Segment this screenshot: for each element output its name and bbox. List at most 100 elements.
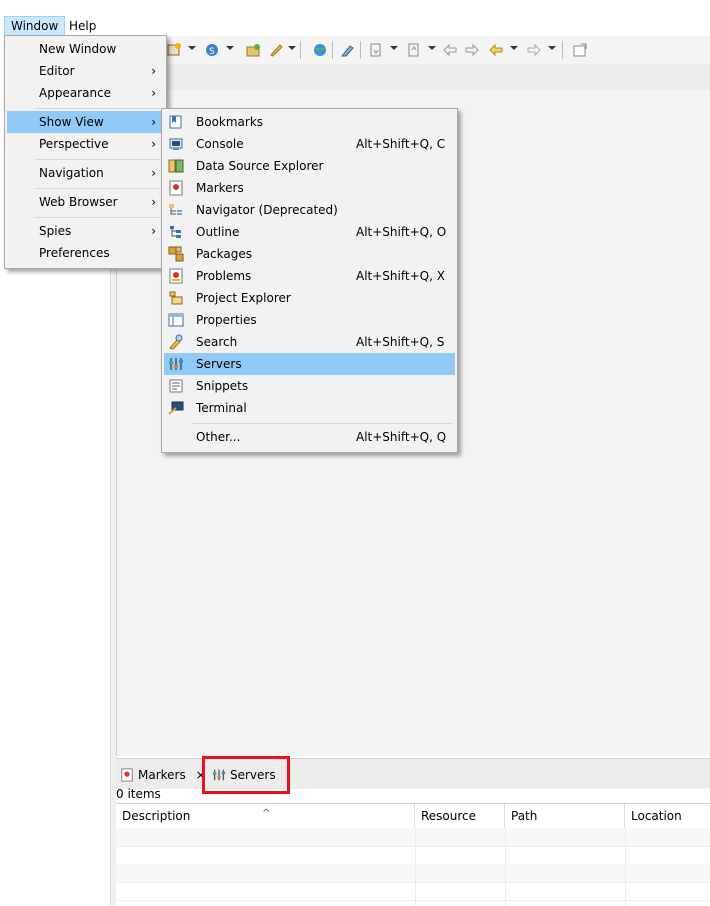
servers-icon — [169, 358, 183, 370]
back-icon[interactable] — [488, 42, 504, 58]
menu-item-search[interactable]: Search Alt+Shift+Q, S — [164, 331, 455, 353]
menu-item-spies[interactable]: Spies › — [7, 220, 164, 242]
window-menu: New Window Editor › Appearance › Show View… — [4, 35, 167, 269]
toolbar-separator — [300, 41, 301, 59]
open-type-icon[interactable] — [246, 42, 262, 58]
menu-item-navigation[interactable]: Navigation › — [7, 162, 164, 184]
menu-item-label: Editor — [39, 64, 75, 78]
menu-item-web-browser[interactable]: Web Browser › — [7, 191, 164, 213]
column-divider — [415, 828, 416, 906]
chevron-right-icon: › — [151, 115, 156, 129]
web-browser-icon[interactable] — [312, 42, 328, 58]
menu-item-label: Perspective — [39, 137, 109, 151]
menu-item-label: Packages — [196, 247, 252, 261]
column-divider — [625, 828, 626, 906]
column-header-path[interactable]: Path — [505, 804, 625, 828]
markers-icon — [121, 768, 133, 782]
table-row — [116, 846, 710, 865]
menu-item-terminal[interactable]: Terminal — [164, 397, 455, 419]
menu-item-properties[interactable]: Properties — [164, 309, 455, 331]
menu-item-shortcut: Alt+Shift+Q, C — [356, 137, 446, 151]
menu-item-perspective[interactable]: Perspective › — [7, 133, 164, 155]
bookmarks-icon — [169, 115, 182, 129]
menu-bar: Window Help — [0, 14, 710, 36]
markers-table: Description ^ Resource Path Location — [116, 803, 710, 906]
dropdown-arrow-icon[interactable] — [510, 46, 518, 50]
menu-item-bookmarks[interactable]: Bookmarks — [164, 111, 455, 133]
forward-icon[interactable] — [526, 42, 542, 58]
svg-text:S: S — [209, 47, 215, 57]
menu-item-shortcut: Alt+Shift+Q, X — [356, 269, 445, 283]
menu-window[interactable]: Window — [4, 16, 66, 36]
menu-item-label: Search — [196, 335, 238, 349]
items-count: 0 items — [116, 787, 161, 801]
column-label: Path — [511, 809, 538, 823]
menu-separator — [192, 423, 453, 424]
menu-item-label: Navigator (Deprecated) — [196, 203, 338, 217]
terminal-icon — [168, 401, 184, 415]
menu-item-problems[interactable]: Problems Alt+Shift+Q, X — [164, 265, 455, 287]
menu-item-label: Navigation — [39, 166, 104, 180]
toolbar-separator — [332, 41, 333, 59]
menu-item-label: Terminal — [196, 401, 247, 415]
run-icon[interactable] — [268, 42, 284, 58]
new-server-icon[interactable] — [166, 42, 182, 58]
menu-item-label: Project Explorer — [196, 291, 291, 305]
dropdown-arrow-icon[interactable] — [390, 46, 398, 50]
packages-icon — [168, 246, 184, 262]
menu-item-preferences[interactable]: Preferences — [7, 242, 164, 264]
chevron-right-icon: › — [151, 195, 156, 209]
column-divider — [505, 828, 506, 906]
show-view-menu: Bookmarks Console Alt+Shift+Q, C Data So… — [161, 108, 458, 453]
menu-separator — [35, 108, 160, 109]
menu-item-label: New Window — [39, 42, 117, 56]
menu-item-shortcut: Alt+Shift+Q, O — [356, 225, 447, 239]
menu-separator — [35, 159, 160, 160]
chevron-right-icon: › — [151, 224, 156, 238]
menu-help[interactable]: Help — [63, 16, 102, 36]
menu-item-navigator[interactable]: Navigator (Deprecated) — [164, 199, 455, 221]
previous-annotation-icon[interactable] — [406, 42, 422, 58]
dropdown-arrow-icon[interactable] — [428, 46, 436, 50]
menu-item-markers[interactable]: Markers — [164, 177, 455, 199]
menu-item-shortcut: Alt+Shift+Q, Q — [356, 430, 447, 444]
menu-item-console[interactable]: Console Alt+Shift+Q, C — [164, 133, 455, 155]
new-java-class-icon[interactable]: S — [204, 42, 220, 58]
menu-item-packages[interactable]: Packages — [164, 243, 455, 265]
menu-item-project-explorer[interactable]: Project Explorer — [164, 287, 455, 309]
menu-item-label: Data Source Explorer — [196, 159, 324, 173]
menu-item-appearance[interactable]: Appearance › — [7, 82, 164, 104]
menu-item-label: Snippets — [196, 379, 249, 393]
column-label: Description — [122, 809, 191, 823]
column-header-resource[interactable]: Resource — [415, 804, 505, 828]
highlight-box — [202, 756, 290, 794]
tab-markers[interactable]: Markers × — [120, 765, 206, 785]
snippets-icon — [169, 379, 183, 393]
column-header-location[interactable]: Location — [625, 804, 710, 828]
menu-item-editor[interactable]: Editor › — [7, 60, 164, 82]
menu-item-show-view[interactable]: Show View › — [7, 111, 164, 133]
dropdown-arrow-icon[interactable] — [188, 46, 196, 50]
column-label: Resource — [421, 809, 477, 823]
last-edit-location-icon[interactable] — [442, 42, 458, 58]
next-annotation-icon[interactable] — [368, 42, 384, 58]
search-toolbar-icon[interactable] — [340, 42, 356, 58]
menu-item-new-window[interactable]: New Window — [7, 38, 164, 60]
table-row — [116, 828, 710, 847]
dropdown-arrow-icon[interactable] — [226, 46, 234, 50]
column-header-description[interactable]: Description ^ — [116, 804, 415, 828]
menu-item-label: Other... — [196, 430, 241, 444]
menu-item-other[interactable]: Other... Alt+Shift+Q, Q — [164, 426, 455, 448]
forward-edit-icon[interactable] — [464, 42, 480, 58]
problems-icon — [169, 268, 183, 284]
menu-item-label: Web Browser — [39, 195, 118, 209]
sort-caret-icon: ^ — [262, 808, 271, 819]
dropdown-arrow-icon[interactable] — [288, 46, 296, 50]
open-perspective-icon[interactable] — [572, 42, 588, 58]
menu-item-data-source-explorer[interactable]: Data Source Explorer — [164, 155, 455, 177]
menu-item-snippets[interactable]: Snippets — [164, 375, 455, 397]
dropdown-arrow-icon[interactable] — [548, 46, 556, 50]
menu-item-servers[interactable]: Servers — [164, 353, 455, 375]
menu-item-outline[interactable]: Outline Alt+Shift+Q, O — [164, 221, 455, 243]
markers-icon — [169, 180, 183, 196]
